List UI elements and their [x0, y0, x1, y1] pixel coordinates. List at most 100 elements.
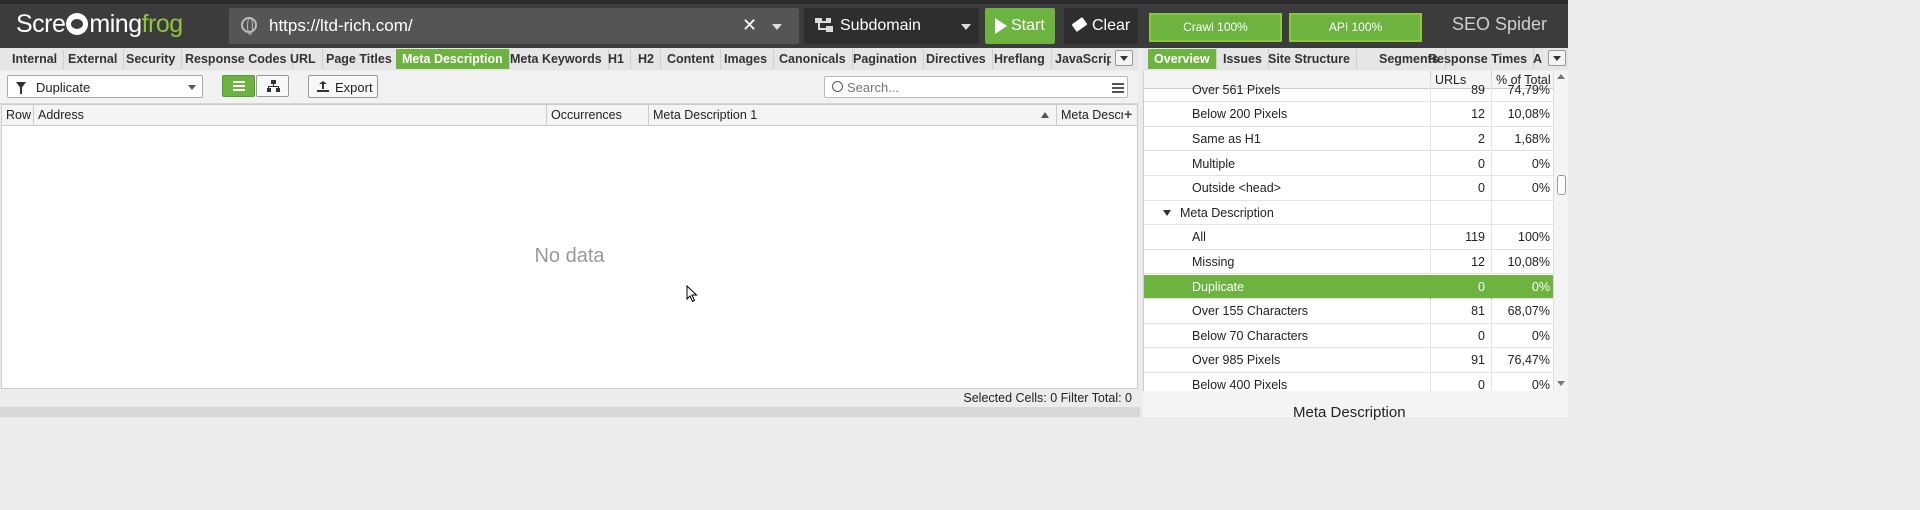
chevron-down-icon [961, 24, 971, 30]
eraser-icon [1071, 17, 1088, 32]
overview-row-percent: 0% [1491, 323, 1553, 348]
column-header-meta-description-2[interactable]: Meta Descr [1057, 105, 1123, 126]
overview-row[interactable]: Below 200 Pixels 12 10,08% [1144, 102, 1553, 127]
overview-row[interactable]: Below 70 Characters 0 0% [1144, 323, 1553, 349]
main-tab-bar: Internal External Security Response Code… [0, 48, 1138, 70]
column-header-row[interactable]: Row [2, 105, 34, 126]
search-box[interactable] [824, 76, 1128, 98]
crawl-progress-bar: Crawl 100% [1149, 13, 1282, 42]
right-tab-overflow-menu-icon[interactable] [1548, 50, 1566, 66]
overview-row-percent: 74,79% [1491, 77, 1553, 102]
search-options-icon[interactable] [1112, 82, 1124, 93]
overview-row-urls: 12 [1430, 249, 1491, 274]
overview-row-percent: 100% [1491, 225, 1553, 250]
scrollbar-thumb[interactable] [1557, 175, 1566, 195]
tab-security[interactable]: Security [120, 49, 183, 69]
column-header-meta-description-1[interactable]: Meta Description 1 [649, 105, 1057, 126]
product-name: SEO Spider [1452, 14, 1548, 34]
overview-row[interactable]: Over 985 Pixels 91 76,47% [1144, 348, 1553, 373]
overview-row[interactable]: Below 400 Pixels 0 0% [1144, 372, 1553, 391]
overview-row[interactable]: Over 561 Pixels 89 74,79% [1144, 77, 1553, 103]
url-history-dropdown-icon[interactable] [772, 24, 782, 30]
tab-internal[interactable]: Internal [6, 49, 65, 69]
tab-images[interactable]: Images [718, 49, 775, 69]
overview-row-label: Missing [1192, 254, 1235, 269]
frog-eye-icon [66, 13, 89, 35]
column-header-address[interactable]: Address [34, 105, 547, 126]
export-button[interactable]: Export [308, 75, 378, 98]
tab-url[interactable]: URL [284, 49, 323, 69]
expand-triangle-icon[interactable] [1163, 209, 1171, 216]
tab-javascript[interactable]: JavaScrip [1049, 49, 1111, 69]
tab-response-times[interactable]: Response Times [1422, 49, 1535, 69]
overview-row-percent: 0% [1491, 372, 1553, 391]
clear-button[interactable]: Clear [1064, 8, 1138, 44]
lower-pane-divider[interactable] [0, 407, 1140, 417]
chart-title: Meta Description [1293, 404, 1406, 421]
clear-url-icon[interactable]: ✕ [742, 15, 757, 36]
tab-page-titles[interactable]: Page Titles [320, 49, 399, 69]
tab-content[interactable]: Content [661, 49, 722, 69]
overview-row-urls: 0 [1430, 274, 1491, 299]
overview-row[interactable]: All 119 100% [1144, 225, 1553, 250]
tab-more[interactable]: A [1527, 49, 1549, 69]
scroll-down-icon[interactable] [1557, 381, 1565, 386]
start-button[interactable]: Start [985, 8, 1055, 44]
status-bar: Selected Cells: 0 Filter Total: 0 [0, 389, 1138, 407]
overview-row-label: All [1192, 230, 1206, 245]
overview-row-percent: 0% [1491, 151, 1553, 176]
overview-row-label: Over 155 Characters [1192, 304, 1309, 319]
selection-status: Selected Cells: 0 Filter Total: 0 [963, 391, 1132, 405]
crawl-mode-label: Subdomain [840, 17, 921, 34]
overview-row-percent: 10,08% [1491, 249, 1553, 274]
url-bar[interactable]: https://ltd-rich.com/ ✕ [229, 8, 799, 44]
tab-overview[interactable]: Overview [1148, 49, 1217, 69]
tab-directives[interactable]: Directives [920, 49, 993, 69]
filter-dropdown[interactable]: Duplicate [7, 75, 203, 98]
tab-h1[interactable]: H1 [602, 49, 631, 69]
overview-row-urls: 91 [1430, 348, 1491, 373]
tab-external[interactable]: External [62, 49, 125, 69]
overview-panel: URLs % of Total Over 561 Pixels 89 74,79% B… [1143, 71, 1553, 391]
tab-response-codes[interactable]: Response Codes [179, 49, 294, 69]
results-table[interactable]: Row Address Occurrences Meta Description… [1, 104, 1138, 389]
app-logo: Scre mingfrog [16, 10, 183, 38]
tree-view-button[interactable] [256, 75, 289, 97]
overview-row[interactable]: Outside <head> 0 0% [1144, 176, 1553, 201]
tab-site-structure[interactable]: Site Structure [1262, 49, 1357, 69]
overview-row[interactable]: Same as H1 2 1,68% [1144, 126, 1553, 152]
overview-row[interactable]: Multiple 0 0% [1144, 151, 1553, 177]
overview-row-label: Multiple [1192, 156, 1236, 171]
url-input[interactable]: https://ltd-rich.com/ [269, 16, 413, 36]
tab-canonicals[interactable]: Canonicals [773, 49, 853, 69]
tab-h2[interactable]: H2 [632, 49, 661, 69]
overview-row[interactable]: Duplicate 0 0% [1144, 274, 1553, 300]
overview-row-percent [1491, 200, 1553, 225]
overview-section-header[interactable]: Meta Description [1144, 200, 1553, 226]
overview-row-label: Duplicate [1192, 279, 1245, 294]
tab-meta-description[interactable]: Meta Description [396, 49, 510, 69]
overview-row-urls: 81 [1430, 299, 1491, 324]
overview-tab-bar: Overview Issues Site Structure Segments … [1143, 48, 1568, 70]
tab-meta-keywords[interactable]: Meta Keywords [504, 49, 609, 69]
globe-icon [241, 17, 257, 35]
overview-row-percent: 0% [1491, 176, 1553, 201]
overview-scrollbar[interactable] [1553, 71, 1568, 391]
tree-icon [267, 80, 280, 92]
tab-pagination[interactable]: Pagination [847, 49, 924, 69]
filter-dropdown-value: Duplicate [36, 80, 91, 95]
overview-row[interactable]: Missing 12 10,08% [1144, 249, 1553, 275]
search-input[interactable] [847, 79, 1097, 95]
list-view-button[interactable] [222, 75, 255, 97]
crawl-mode-dropdown[interactable]: Subdomain [804, 8, 979, 44]
add-column-icon[interactable]: + [1124, 106, 1132, 122]
top-bar: Scre mingfrog https://ltd-rich.com/ ✕ Sub… [0, 0, 1568, 48]
column-header-occurrences[interactable]: Occurrences [547, 105, 649, 126]
scroll-up-icon[interactable] [1557, 74, 1565, 79]
tab-overflow-menu-icon[interactable] [1115, 50, 1133, 66]
chevron-down-icon [188, 85, 196, 90]
tab-hreflang[interactable]: Hreflang [988, 49, 1052, 69]
overview-row[interactable]: Over 155 Characters 81 68,07% [1144, 299, 1553, 324]
overview-row-urls: 2 [1430, 126, 1491, 151]
table-header: Row Address Occurrences Meta Description… [2, 105, 1137, 126]
